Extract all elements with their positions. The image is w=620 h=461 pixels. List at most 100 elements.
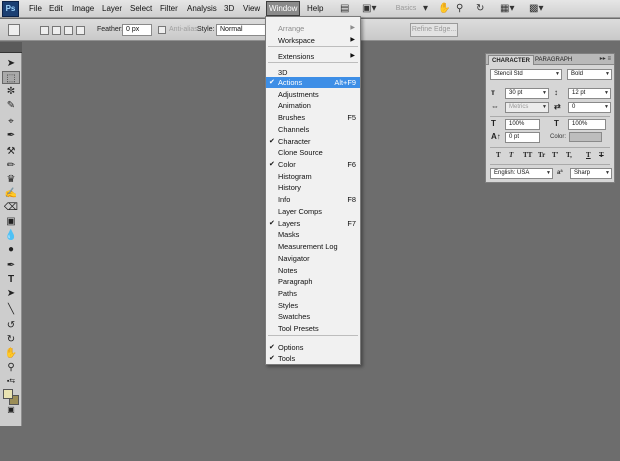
subtract-selection-icon[interactable] [64,26,73,35]
menu-item-histogram[interactable]: Histogram [266,171,360,182]
menu-item-character[interactable]: ✔ Character [266,136,360,147]
vertical-scale-input[interactable]: 100% [505,119,540,130]
menu-item-navigator[interactable]: Navigator [266,253,360,264]
bridge-icon[interactable]: ▤ [340,2,349,15]
tab-paragraph[interactable]: PARAGRAPH [532,55,575,65]
menu-item-notes[interactable]: Notes [266,265,360,276]
menu-item-clone-source[interactable]: Clone Source [266,147,360,158]
intersect-selection-icon[interactable] [76,26,85,35]
menu-item-brushes[interactable]: Brushes F5 [266,112,360,123]
move-tool-icon[interactable]: ➤ [2,57,20,70]
superscript-button[interactable]: T' [552,151,559,159]
hand-tool-icon[interactable]: ✋ [2,347,20,360]
new-selection-icon[interactable] [40,26,49,35]
3d-orbit-tool-icon[interactable]: ↻ [2,333,20,346]
feather-input[interactable]: 0 px [122,24,152,36]
tab-character[interactable]: CHARACTER [488,55,534,65]
crop-tool-icon[interactable]: ⌖ [2,115,20,128]
gradient-tool-icon[interactable]: ▣ [2,215,20,228]
menu-item-options[interactable]: ✔ Options [266,342,360,353]
menu-filter[interactable]: Filter [158,2,180,16]
marquee-tool-icon[interactable]: ⬚ [2,71,20,84]
default-colors-icon[interactable]: ▪⇆ [2,375,20,388]
text-color-swatch[interactable] [569,132,602,142]
small-caps-button[interactable]: Tr [538,151,545,159]
zoom-icon[interactable]: ⚲ [456,2,463,15]
font-family-select[interactable]: Stencil Std ▼ [490,69,562,80]
menu-help[interactable]: Help [305,2,325,16]
menu-item-info[interactable]: Info F8 [266,194,360,205]
menu-item-color[interactable]: ✔ Color F6 [266,159,360,170]
menu-item-measurement-log[interactable]: Measurement Log [266,241,360,252]
faux-italic-button[interactable]: T [509,151,513,159]
arrange-documents-icon[interactable]: ▦▾ [500,2,514,15]
screen-mode-icon[interactable]: ▣▾ [362,2,376,15]
menu-image[interactable]: Image [70,2,96,16]
lasso-tool-icon[interactable]: ✼ [2,85,20,98]
quick-selection-tool-icon[interactable]: ✎ [2,99,20,112]
menu-layer[interactable]: Layer [100,2,124,16]
zoom-level-icon[interactable]: ▾ [423,2,428,15]
menu-item-paths[interactable]: Paths [266,288,360,299]
antialias-checkbox[interactable] [158,26,166,34]
foreground-color-swatch[interactable] [3,389,13,399]
menu-analysis[interactable]: Analysis [185,2,219,16]
menu-select[interactable]: Select [128,2,154,16]
menu-window[interactable]: Window [266,1,301,16]
tracking-input[interactable]: 0 ▼ [568,102,611,113]
brush-tool-icon[interactable]: ✏ [2,159,20,172]
history-brush-tool-icon[interactable]: ✍ [2,187,20,200]
menu-item-paragraph[interactable]: Paragraph [266,276,360,287]
3d-rotate-tool-icon[interactable]: ↺ [2,319,20,332]
baseline-shift-input[interactable]: 0 pt [505,132,540,143]
hand-icon[interactable]: ✋ [438,2,450,15]
eraser-tool-icon[interactable]: ⌫ [2,201,20,214]
menu-item-styles[interactable]: Styles [266,300,360,311]
antialias-select[interactable]: Sharp ▼ [570,168,612,179]
font-size-input[interactable]: 30 pt ▼ [505,88,549,99]
style-select[interactable]: Normal [216,24,266,36]
tool-preset-icon[interactable] [8,24,20,36]
blur-tool-icon[interactable]: 💧 [2,229,20,242]
eyedropper-tool-icon[interactable]: ✒ [2,129,20,142]
menu-item-extensions[interactable]: Extensions ▶ [266,51,360,62]
menu-item-actions[interactable]: ✔ Actions Alt+F9 [266,77,360,88]
panel-menu-icon[interactable]: ▸▸ ≡ [600,55,611,64]
menu-item-swatches[interactable]: Swatches [266,311,360,322]
menu-item-tools[interactable]: ✔ Tools [266,353,360,364]
menu-view[interactable]: View [241,2,262,16]
menu-item-adjustments[interactable]: Adjustments [266,89,360,100]
faux-bold-button[interactable]: T [496,151,501,159]
screen-layout-icon[interactable]: ▩▾ [529,2,543,15]
menu-item-masks[interactable]: Masks [266,229,360,240]
tools-panel-header[interactable] [0,42,22,53]
pen-tool-icon[interactable]: ✒ [2,259,20,272]
menu-item-arrange[interactable]: Arrange ▶ [266,23,360,34]
menu-item-animation[interactable]: Animation [266,100,360,111]
menu-item-layers[interactable]: ✔ Layers F7 [266,218,360,229]
add-selection-icon[interactable] [52,26,61,35]
healing-brush-tool-icon[interactable]: ⚒ [2,145,20,158]
kerning-input[interactable]: Metrics ▼ [505,102,549,113]
menu-edit[interactable]: Edit [47,2,65,16]
menu-item-layer-comps[interactable]: Layer Comps [266,206,360,217]
underline-button[interactable]: T [586,151,591,159]
menu-item-workspace[interactable]: Workspace ▶ [266,35,360,46]
rotate-view-icon[interactable]: ↻ [476,2,484,15]
leading-input[interactable]: 12 pt ▼ [568,88,611,99]
subscript-button[interactable]: T, [566,151,572,159]
menu-item-tool-presets[interactable]: Tool Presets [266,323,360,334]
type-tool-icon[interactable]: T [2,273,20,286]
menu-item-channels[interactable]: Channels [266,124,360,135]
line-tool-icon[interactable]: ╲ [2,303,20,316]
font-style-select[interactable]: Bold ▼ [567,69,612,80]
horizontal-scale-input[interactable]: 100% [568,119,606,130]
dodge-tool-icon[interactable]: ● [2,243,20,256]
strikethrough-button[interactable]: T [599,151,604,159]
menu-file[interactable]: File [27,2,44,16]
menu-3d[interactable]: 3D [222,2,236,16]
workspace-button[interactable]: Basics [393,2,419,15]
path-selection-tool-icon[interactable]: ➤ [2,287,20,300]
all-caps-button[interactable]: TT [523,151,532,159]
menu-item-history[interactable]: History [266,182,360,193]
